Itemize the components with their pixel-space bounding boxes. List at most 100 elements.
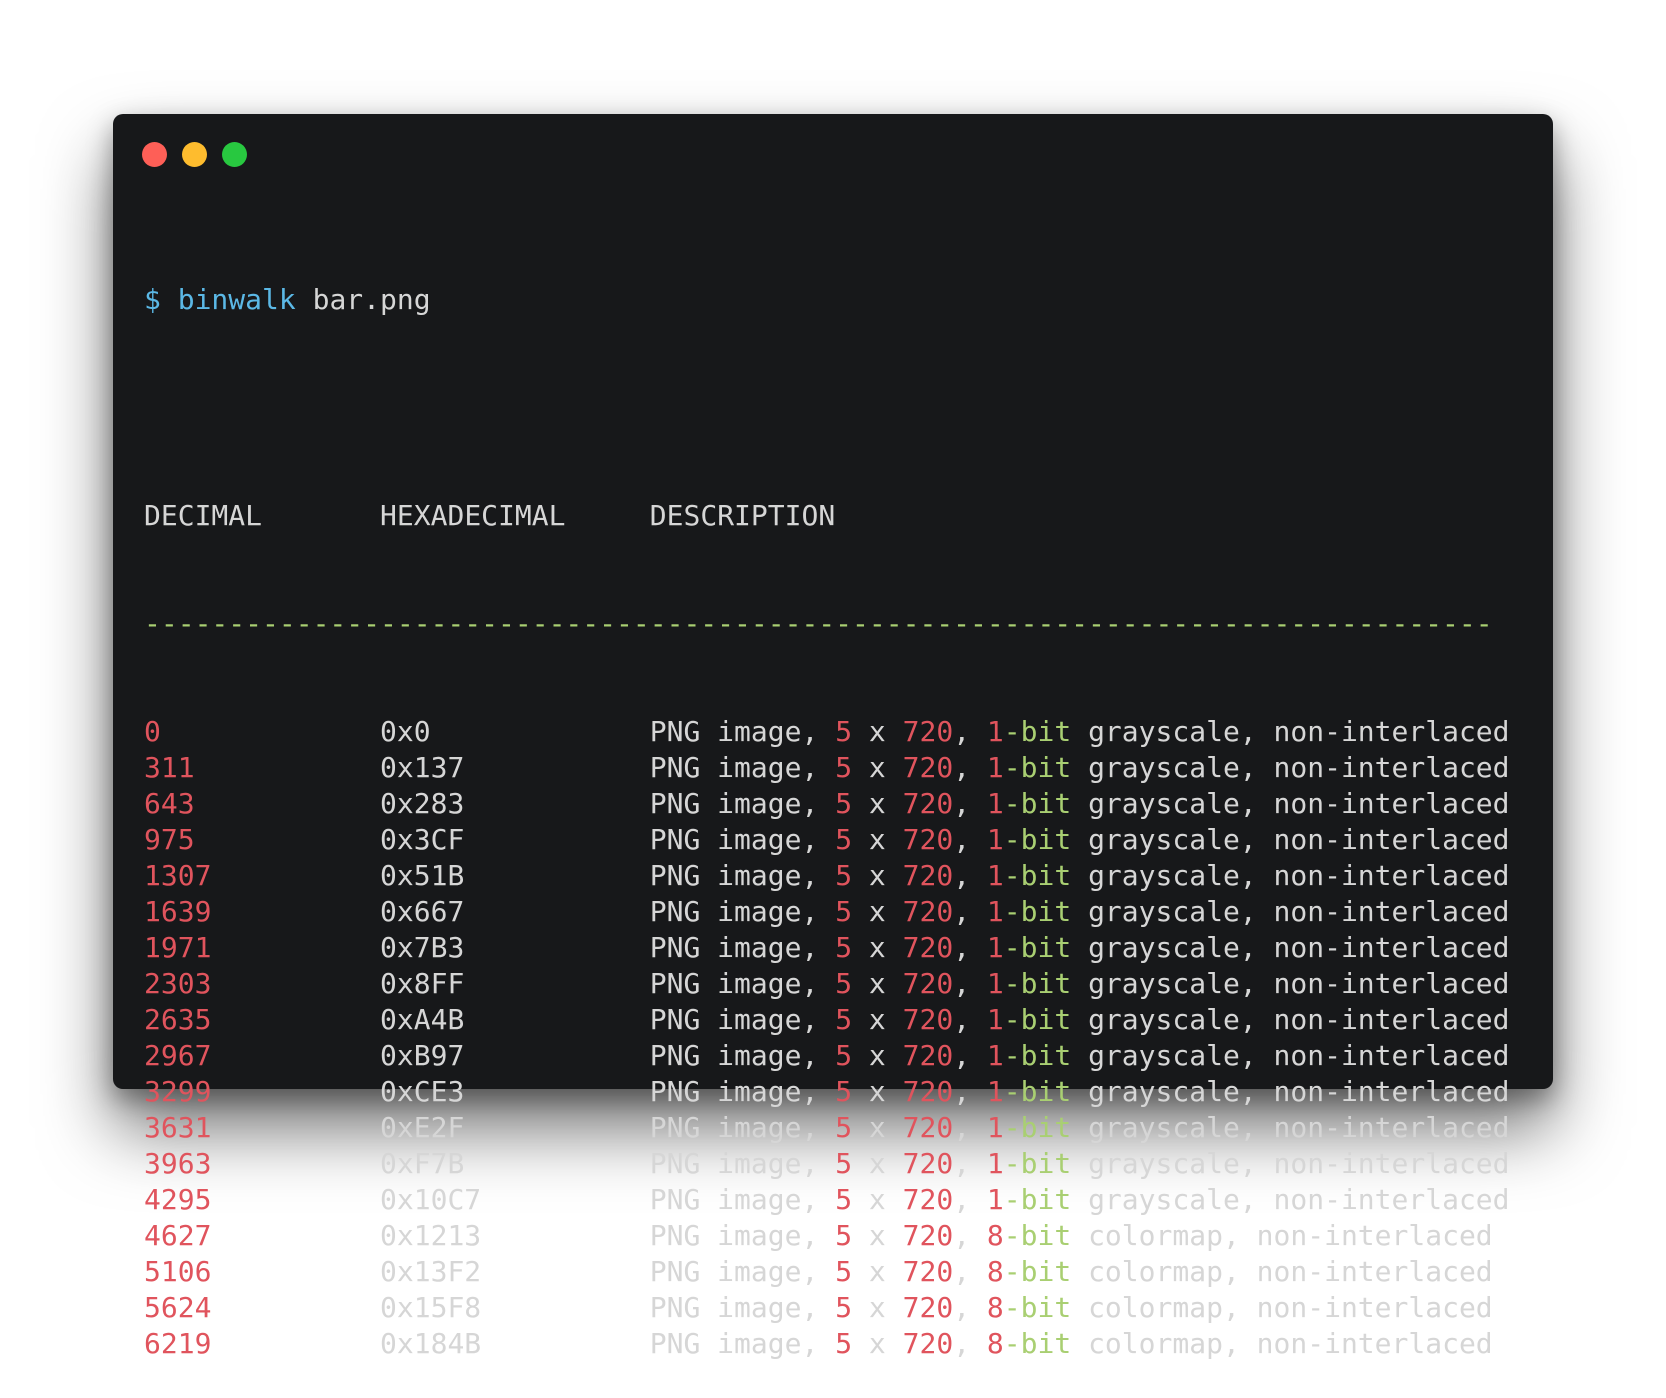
dimension-separator: x bbox=[868, 787, 886, 820]
image-width: 5 bbox=[835, 751, 853, 784]
header-decimal: DECIMAL bbox=[144, 499, 263, 532]
bit-depth: 1 bbox=[986, 1111, 1004, 1144]
file-type: PNG image bbox=[649, 1003, 802, 1036]
color-format: grayscale bbox=[1088, 1075, 1240, 1108]
decimal-offset: 2303 bbox=[144, 967, 212, 1000]
color-format: colormap bbox=[1088, 1327, 1223, 1360]
dimension-separator: x bbox=[868, 823, 886, 856]
dimension-separator: x bbox=[868, 1039, 886, 1072]
bit-depth: 1 bbox=[986, 787, 1004, 820]
bit-suffix: -bit bbox=[1003, 1327, 1072, 1360]
bit-depth: 1 bbox=[986, 931, 1004, 964]
minimize-button[interactable] bbox=[182, 142, 207, 167]
image-height: 720 bbox=[902, 1183, 954, 1216]
description: PNG image, 5 x 720, 1-bit grayscale, non… bbox=[649, 751, 1510, 784]
image-width: 5 bbox=[835, 1003, 853, 1036]
image-height: 720 bbox=[902, 787, 954, 820]
header-line: DECIMAL HEXADECIMAL DESCRIPTION bbox=[144, 498, 1666, 534]
dimension-separator: x bbox=[868, 1111, 886, 1144]
terminal-output[interactable]: $ binwalk bar.png DECIMAL HEXADECIMAL DE… bbox=[144, 210, 1666, 1398]
dimension-separator: x bbox=[868, 1075, 886, 1108]
hex-offset: 0xCE3 bbox=[380, 1075, 465, 1108]
description: PNG image, 5 x 720, 1-bit grayscale, non… bbox=[649, 715, 1510, 748]
dimension-separator: x bbox=[868, 1219, 886, 1252]
image-height: 720 bbox=[902, 1147, 954, 1180]
interlace-mode: non-interlaced bbox=[1256, 1255, 1493, 1288]
dimension-separator: x bbox=[868, 1255, 886, 1288]
close-button[interactable] bbox=[142, 142, 167, 167]
bit-depth: 1 bbox=[986, 751, 1004, 784]
image-width: 5 bbox=[835, 1075, 853, 1108]
dimension-separator: x bbox=[868, 715, 886, 748]
description: PNG image, 5 x 720, 8-bit colormap, non-… bbox=[649, 1327, 1493, 1360]
maximize-button[interactable] bbox=[222, 142, 247, 167]
table-row: 4627 0x1213 PNG image, 5 x 720, 8-bit co… bbox=[144, 1218, 1666, 1254]
bit-suffix: -bit bbox=[1003, 1219, 1072, 1252]
decimal-offset: 4627 bbox=[144, 1219, 212, 1252]
command-name: binwalk bbox=[177, 283, 296, 316]
decimal-offset: 3963 bbox=[144, 1147, 212, 1180]
table-row: 1639 0x667 PNG image, 5 x 720, 1-bit gra… bbox=[144, 894, 1666, 930]
file-type: PNG image bbox=[649, 1291, 802, 1324]
description: PNG image, 5 x 720, 1-bit grayscale, non… bbox=[649, 1075, 1510, 1108]
description: PNG image, 5 x 720, 1-bit grayscale, non… bbox=[649, 1039, 1510, 1072]
table-row: 3963 0xF7B PNG image, 5 x 720, 1-bit gra… bbox=[144, 1146, 1666, 1182]
hex-offset: 0x15F8 bbox=[380, 1291, 482, 1324]
color-format: grayscale bbox=[1088, 931, 1240, 964]
description: PNG image, 5 x 720, 1-bit grayscale, non… bbox=[649, 967, 1510, 1000]
image-height: 720 bbox=[902, 1255, 954, 1288]
decimal-offset: 1639 bbox=[144, 895, 212, 928]
interlace-mode: non-interlaced bbox=[1273, 1075, 1510, 1108]
image-width: 5 bbox=[835, 1039, 853, 1072]
file-type: PNG image bbox=[649, 1327, 802, 1360]
description: PNG image, 5 x 720, 8-bit colormap, non-… bbox=[649, 1219, 1493, 1252]
decimal-offset: 2635 bbox=[144, 1003, 212, 1036]
interlace-mode: non-interlaced bbox=[1273, 1147, 1510, 1180]
image-height: 720 bbox=[902, 715, 954, 748]
dimension-separator: x bbox=[868, 1003, 886, 1036]
table-row: 0 0x0 PNG image, 5 x 720, 1-bit grayscal… bbox=[144, 714, 1666, 750]
bit-suffix: -bit bbox=[1003, 1183, 1072, 1216]
table-row: 2635 0xA4B PNG image, 5 x 720, 1-bit gra… bbox=[144, 1002, 1666, 1038]
image-height: 720 bbox=[902, 1291, 954, 1324]
image-height: 720 bbox=[902, 1039, 954, 1072]
hex-offset: 0x0 bbox=[380, 715, 431, 748]
hex-offset: 0x10C7 bbox=[380, 1183, 482, 1216]
table-row: 5624 0x15F8 PNG image, 5 x 720, 8-bit co… bbox=[144, 1290, 1666, 1326]
image-height: 720 bbox=[902, 1111, 954, 1144]
decimal-offset: 975 bbox=[144, 823, 195, 856]
hex-offset: 0x51B bbox=[380, 859, 465, 892]
image-height: 720 bbox=[902, 967, 954, 1000]
image-width: 5 bbox=[835, 823, 853, 856]
bit-depth: 8 bbox=[986, 1291, 1004, 1324]
description: PNG image, 5 x 720, 8-bit colormap, non-… bbox=[649, 1255, 1493, 1288]
interlace-mode: non-interlaced bbox=[1273, 895, 1510, 928]
bit-depth: 8 bbox=[986, 1219, 1004, 1252]
file-type: PNG image bbox=[649, 787, 802, 820]
description: PNG image, 5 x 720, 1-bit grayscale, non… bbox=[649, 1111, 1510, 1144]
image-height: 720 bbox=[902, 751, 954, 784]
bit-depth: 1 bbox=[986, 1003, 1004, 1036]
color-format: grayscale bbox=[1088, 823, 1240, 856]
hex-offset: 0xB97 bbox=[380, 1039, 465, 1072]
table-row: 1307 0x51B PNG image, 5 x 720, 1-bit gra… bbox=[144, 858, 1666, 894]
description: PNG image, 5 x 720, 1-bit grayscale, non… bbox=[649, 1183, 1510, 1216]
decimal-offset: 1971 bbox=[144, 931, 212, 964]
dimension-separator: x bbox=[868, 1183, 886, 1216]
bit-suffix: -bit bbox=[1003, 931, 1072, 964]
bit-suffix: -bit bbox=[1003, 1291, 1072, 1324]
bit-suffix: -bit bbox=[1003, 751, 1072, 784]
prompt-symbol: $ bbox=[144, 283, 161, 316]
separator-line: ----------------------------------------… bbox=[144, 607, 1493, 640]
hex-offset: 0x3CF bbox=[380, 823, 465, 856]
table-row: 2967 0xB97 PNG image, 5 x 720, 1-bit gra… bbox=[144, 1038, 1666, 1074]
hex-offset: 0x137 bbox=[380, 751, 465, 784]
interlace-mode: non-interlaced bbox=[1273, 1183, 1510, 1216]
table-row: 6219 0x184B PNG image, 5 x 720, 8-bit co… bbox=[144, 1326, 1666, 1362]
image-width: 5 bbox=[835, 1291, 853, 1324]
color-format: grayscale bbox=[1088, 787, 1240, 820]
description: PNG image, 5 x 720, 1-bit grayscale, non… bbox=[649, 787, 1510, 820]
image-height: 720 bbox=[902, 859, 954, 892]
interlace-mode: non-interlaced bbox=[1273, 787, 1510, 820]
